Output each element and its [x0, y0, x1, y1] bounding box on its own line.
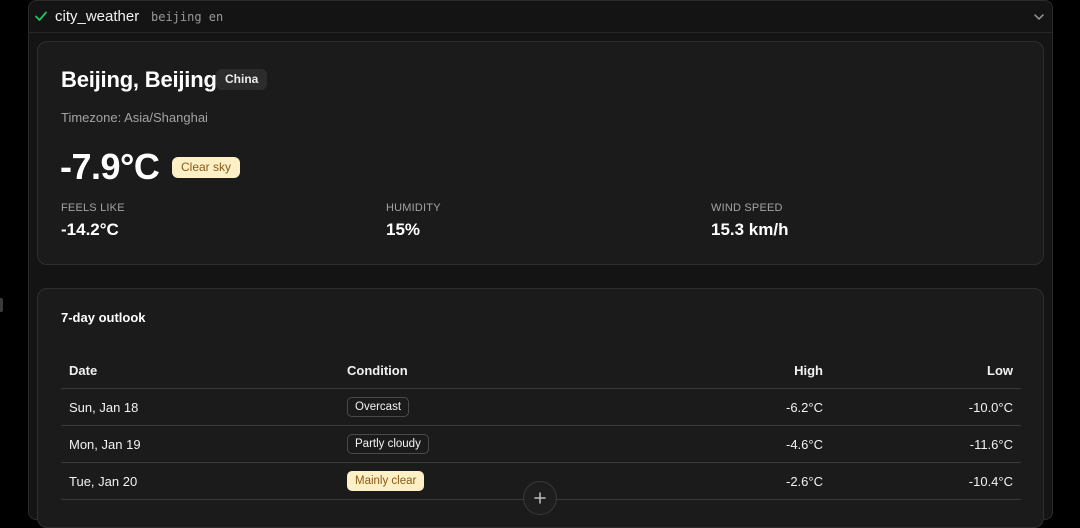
column-header-low: Low [987, 363, 1013, 378]
wind-speed-label: WIND SPEED [711, 202, 783, 214]
feels-like-value: -14.2°C [61, 220, 119, 239]
tool-result-panel: city_weather beijing en Beijing, Beijing… [28, 0, 1053, 528]
side-handle[interactable] [0, 298, 3, 312]
check-icon [35, 11, 47, 21]
row-date: Mon, Jan 19 [69, 436, 141, 452]
table-row: Mon, Jan 19 Partly cloudy -4.6°C -11.6°C [61, 426, 1021, 463]
outlook-title: 7-day outlook [61, 310, 146, 325]
tool-args: beijing en [151, 10, 224, 24]
row-low: -10.0°C [968, 399, 1013, 415]
wind-speed-stat: WIND SPEED 15.3 km/h [711, 202, 789, 240]
tool-header[interactable]: city_weather beijing en [29, 1, 1052, 33]
humidity-label: HUMIDITY [386, 202, 441, 214]
current-weather-card: Beijing, Beijing China Timezone: Asia/Sh… [37, 41, 1044, 265]
current-temperature: -7.9°C [60, 146, 160, 187]
city-name: Beijing, Beijing [61, 67, 217, 92]
column-header-high: High [794, 363, 823, 378]
row-high: -6.2°C [786, 399, 823, 415]
row-condition-cell: Partly cloudy [347, 426, 429, 462]
chevron-down-icon[interactable] [1032, 10, 1046, 24]
table-row: Sun, Jan 18 Overcast -6.2°C -10.0°C [61, 389, 1021, 426]
condition-badge: Clear sky [172, 157, 241, 178]
row-high: -4.6°C [786, 436, 823, 452]
feels-like-label: FEELS LIKE [61, 202, 125, 214]
table-header-row: Date Condition High Low [61, 353, 1021, 389]
plus-icon [534, 492, 546, 504]
feels-like-stat: FEELS LIKE -14.2°C [61, 202, 125, 240]
row-date: Sun, Jan 18 [69, 399, 139, 415]
timezone-text: Timezone: Asia/Shanghai [61, 110, 208, 125]
outlook-table: Date Condition High Low Sun, Jan 18 Over… [61, 353, 1021, 500]
row-low: -11.6°C [969, 436, 1013, 452]
row-condition-badge: Mainly clear [347, 471, 425, 491]
wind-speed-value: 15.3 km/h [711, 220, 789, 239]
row-low: -10.4°C [968, 473, 1013, 489]
row-condition-cell: Mainly clear [347, 463, 425, 499]
row-date: Tue, Jan 20 [69, 473, 138, 489]
row-high: -2.6°C [786, 473, 823, 489]
country-badge: China [216, 69, 268, 90]
tool-name: city_weather [55, 8, 140, 25]
column-header-date: Date [69, 363, 98, 378]
humidity-stat: HUMIDITY 15% [386, 202, 441, 240]
row-condition-cell: Overcast [347, 389, 410, 425]
column-header-condition: Condition [347, 363, 408, 378]
add-button[interactable] [523, 481, 557, 515]
row-condition-badge: Partly cloudy [347, 434, 429, 454]
humidity-value: 15% [386, 220, 421, 239]
row-condition-badge: Overcast [347, 397, 410, 417]
